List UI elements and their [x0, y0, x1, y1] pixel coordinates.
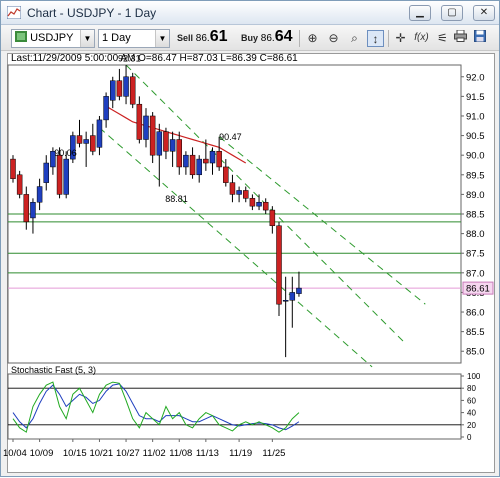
zoom-in-button[interactable]: ⊕: [304, 30, 321, 47]
symbol-value: USDJPY: [30, 32, 74, 44]
chart-toolbar: USDJPY ▼ 1 Day ▼ Sell 86.61 Buy 86.64 ⊕ …: [1, 25, 499, 51]
cursor-tool-button[interactable]: ↕: [367, 30, 384, 47]
period-value: 1 Day: [102, 32, 131, 44]
sell-price-big: 61: [209, 28, 228, 45]
save-icon: [473, 30, 486, 42]
close-button[interactable]: ✕: [473, 5, 495, 21]
sell-price-small: 86.: [195, 33, 210, 44]
chart-window: Chart - USDJPY - 1 Day ▁ ▢ ✕ USDJPY ▼ 1 …: [0, 0, 500, 477]
close-icon: ✕: [479, 7, 489, 18]
maximize-button[interactable]: ▢: [441, 5, 463, 21]
fx-icon: f(x): [414, 32, 429, 43]
buy-label: Buy: [241, 33, 259, 43]
zoom-out-button[interactable]: ⊖: [325, 30, 342, 47]
buy-quote[interactable]: Buy 86.64: [241, 28, 293, 48]
zoom-area-button[interactable]: ⌕: [346, 30, 363, 47]
maximize-icon: ▢: [447, 7, 457, 18]
chevron-down-icon: ▼: [80, 30, 94, 47]
indicator-icon: ⚟: [437, 31, 448, 45]
print-icon: [454, 29, 467, 42]
currency-icon: [15, 31, 27, 42]
crosshair-button[interactable]: ✛: [392, 30, 409, 47]
last-quote-line: Last:11/29/2009 5:00:00 AM O=86.47 H=87.…: [11, 53, 298, 64]
toolbar-separator: [388, 30, 389, 47]
chart-canvas[interactable]: [7, 53, 495, 473]
window-title: Chart - USDJPY - 1 Day: [27, 6, 157, 20]
period-select[interactable]: 1 Day ▼: [98, 29, 170, 48]
indicator-button[interactable]: ⚟: [434, 30, 451, 47]
save-button[interactable]: [471, 30, 488, 47]
fx-button[interactable]: f(x): [413, 30, 430, 47]
title-bar[interactable]: Chart - USDJPY - 1 Day ▁ ▢ ✕: [1, 1, 499, 25]
chevron-down-icon: ▼: [155, 30, 169, 47]
stochastic-label: Stochastic Fast (5, 3): [11, 365, 97, 375]
toolbar-separator: [299, 30, 300, 47]
crosshair-icon: ✛: [395, 31, 406, 45]
print-button[interactable]: [452, 29, 469, 47]
buy-price-small: 86.: [260, 33, 275, 44]
minimize-button[interactable]: ▁: [409, 5, 431, 21]
zoom-in-icon: ⊕: [307, 31, 318, 45]
cursor-tool-icon: ↕: [372, 32, 379, 46]
minimize-icon: ▁: [416, 7, 424, 18]
zoom-out-icon: ⊖: [328, 31, 339, 45]
chart-app-icon: [7, 6, 21, 19]
buy-price-big: 64: [274, 28, 293, 45]
sell-quote[interactable]: Sell 86.61: [177, 28, 228, 48]
sell-label: Sell: [177, 33, 194, 43]
symbol-select[interactable]: USDJPY ▼: [11, 29, 95, 48]
zoom-area-icon: ⌕: [351, 31, 358, 45]
